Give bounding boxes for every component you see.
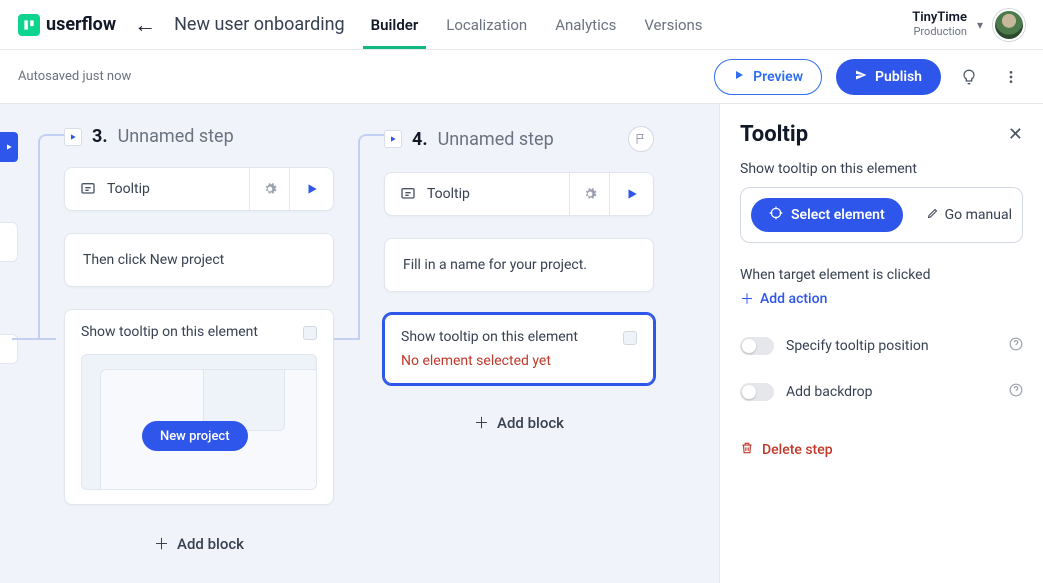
publish-button[interactable]: Publish bbox=[836, 59, 941, 95]
tab-versions[interactable]: Versions bbox=[644, 3, 702, 47]
target-error: No element selected yet bbox=[401, 353, 637, 369]
go-manual-link[interactable]: Go manual bbox=[927, 207, 1012, 223]
toggle-add-backdrop[interactable] bbox=[740, 383, 774, 401]
connector-line bbox=[358, 134, 384, 340]
tooltip-settings-panel: Tooltip ✕ Show tooltip on this element S… bbox=[719, 104, 1043, 583]
target-section-label: Show tooltip on this element bbox=[740, 161, 1023, 177]
delete-step-label: Delete step bbox=[762, 442, 833, 458]
tooltip-type-icon bbox=[79, 180, 97, 198]
step-content-card[interactable]: Then click New project bbox=[64, 233, 334, 287]
prev-step-card-stub bbox=[0, 222, 18, 262]
pencil-icon bbox=[927, 207, 939, 223]
step-number: 4. bbox=[412, 129, 428, 150]
add-block-label: Add block bbox=[497, 414, 564, 432]
autosave-status: Autosaved just now bbox=[18, 69, 131, 84]
step-number: 3. bbox=[92, 126, 108, 147]
step-entry-node[interactable] bbox=[64, 128, 82, 146]
toggle-position-label: Specify tooltip position bbox=[786, 338, 997, 354]
play-step-icon[interactable] bbox=[289, 168, 333, 210]
app-logo[interactable]: userflow bbox=[18, 14, 116, 36]
environment-kind: Production bbox=[912, 26, 967, 38]
add-block-button[interactable]: ＋ Add block bbox=[384, 412, 654, 433]
plus-icon: ＋ bbox=[740, 289, 754, 309]
step-entry-node[interactable] bbox=[384, 130, 402, 148]
finish-flag-icon[interactable] bbox=[628, 126, 654, 152]
select-element-label: Select element bbox=[791, 207, 885, 223]
step-type-card[interactable]: Tooltip bbox=[64, 167, 334, 211]
gear-icon[interactable] bbox=[569, 173, 609, 215]
flow-canvas[interactable]: 3. Unnamed step Tooltip Then click New p… bbox=[0, 104, 719, 583]
step-target-card[interactable]: Show tooltip on this element New project bbox=[64, 309, 334, 505]
help-icon[interactable] bbox=[1009, 337, 1023, 355]
prev-step-play-icon[interactable] bbox=[0, 132, 18, 162]
app-name: userflow bbox=[46, 14, 116, 35]
delete-step-button[interactable]: Delete step bbox=[740, 441, 833, 459]
clicked-section-label: When target element is clicked bbox=[740, 267, 1023, 283]
hint-icon[interactable] bbox=[955, 63, 983, 91]
plus-icon: ＋ bbox=[474, 412, 489, 433]
step-4: 4. Unnamed step Tooltip Fill i bbox=[384, 126, 654, 433]
add-action-link[interactable]: ＋ Add action bbox=[740, 289, 827, 309]
step-content-card[interactable]: Fill in a name for your project. bbox=[384, 238, 654, 292]
add-block-button[interactable]: ＋ Add block bbox=[64, 533, 334, 554]
tab-localization[interactable]: Localization bbox=[446, 3, 527, 47]
step-title[interactable]: Unnamed step bbox=[438, 129, 554, 150]
back-arrow-icon[interactable]: ← bbox=[134, 12, 156, 38]
chevron-down-icon[interactable]: ▾ bbox=[977, 18, 983, 32]
connector-line bbox=[330, 338, 360, 340]
step-3: 3. Unnamed step Tooltip Then click New p… bbox=[64, 126, 334, 554]
more-icon[interactable] bbox=[997, 63, 1025, 91]
gear-icon[interactable] bbox=[249, 168, 289, 210]
toggle-backdrop-label: Add backdrop bbox=[786, 384, 997, 400]
help-icon[interactable] bbox=[1009, 383, 1023, 401]
flow-name[interactable]: New user onboarding bbox=[174, 14, 345, 35]
trash-icon bbox=[740, 441, 754, 459]
play-icon bbox=[733, 69, 745, 85]
tab-builder[interactable]: Builder bbox=[371, 3, 419, 47]
close-icon[interactable]: ✕ bbox=[1008, 124, 1023, 145]
tooltip-type-icon bbox=[399, 185, 417, 203]
add-block-label: Add block bbox=[177, 535, 244, 553]
connector-line bbox=[38, 134, 64, 340]
main-tabs: Builder Localization Analytics Versions bbox=[371, 3, 703, 47]
select-element-button[interactable]: Select element bbox=[751, 198, 903, 232]
panel-title: Tooltip bbox=[740, 122, 808, 147]
preview-button[interactable]: Preview bbox=[714, 59, 822, 95]
target-label: Show tooltip on this element bbox=[401, 329, 637, 345]
step-target-card[interactable]: Show tooltip on this element No element … bbox=[384, 314, 654, 384]
play-step-icon[interactable] bbox=[609, 173, 653, 215]
add-action-label: Add action bbox=[760, 291, 827, 307]
publish-label: Publish bbox=[875, 69, 922, 85]
send-icon bbox=[855, 69, 867, 85]
logo-mark-icon bbox=[18, 14, 40, 36]
go-manual-label: Go manual bbox=[945, 207, 1012, 223]
environment-selector[interactable]: TinyTime Production bbox=[912, 11, 967, 37]
target-label: Show tooltip on this element bbox=[81, 324, 317, 340]
preview-label: Preview bbox=[753, 69, 803, 85]
step-content-text: Then click New project bbox=[83, 252, 224, 268]
drag-handle-icon[interactable] bbox=[303, 326, 317, 340]
plus-icon: ＋ bbox=[154, 533, 169, 554]
step-type-label: Tooltip bbox=[107, 181, 249, 197]
target-preview: New project bbox=[81, 354, 317, 490]
environment-name: TinyTime bbox=[912, 11, 967, 25]
toggle-tooltip-position[interactable] bbox=[740, 337, 774, 355]
tab-analytics[interactable]: Analytics bbox=[555, 3, 616, 47]
target-preview-button: New project bbox=[142, 421, 248, 451]
step-type-card[interactable]: Tooltip bbox=[384, 172, 654, 216]
crosshair-icon bbox=[769, 206, 783, 224]
target-select-box: Select element Go manual bbox=[740, 187, 1023, 243]
step-title[interactable]: Unnamed step bbox=[118, 126, 234, 147]
step-type-label: Tooltip bbox=[427, 186, 569, 202]
step-content-text: Fill in a name for your project. bbox=[403, 257, 587, 273]
drag-handle-icon[interactable] bbox=[623, 331, 637, 345]
avatar[interactable] bbox=[993, 9, 1025, 41]
